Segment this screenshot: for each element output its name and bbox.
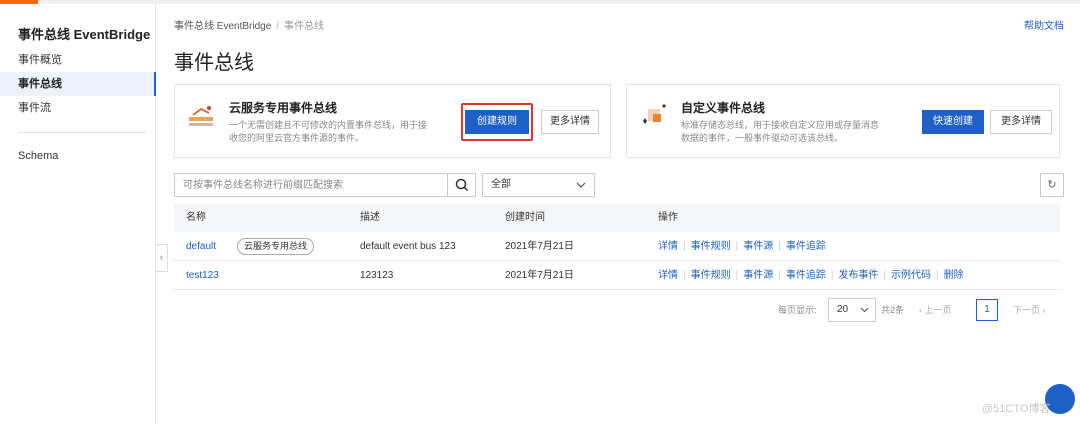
custom-bus-card: 自定义事件总线 标准存储态总线，用于接收自定义应用或存量消息数据的事件，一般事件… — [626, 84, 1060, 158]
total-count: 共2条 — [881, 305, 905, 315]
search-icon — [455, 178, 469, 192]
op-publish-event-link[interactable]: 发布事件 — [838, 270, 878, 281]
custom-bus-icon — [643, 104, 666, 124]
sidebar: 事件总线 EventBridge 事件概览 事件总线 事件流 Schema — [0, 4, 156, 424]
op-event-rules-link[interactable]: 事件规则 — [691, 270, 731, 281]
search-button[interactable] — [447, 174, 475, 196]
op-separator: | — [830, 270, 834, 281]
page-title: 事件总线 — [174, 52, 254, 74]
search-input[interactable] — [175, 174, 445, 196]
op-sample-code-link[interactable]: 示例代码 — [891, 270, 931, 281]
bus-description: 123123 — [360, 270, 394, 281]
cloud-bus-icon — [189, 106, 213, 126]
sidebar-title: 事件总线 EventBridge — [18, 27, 151, 42]
help-docs-link[interactable]: 帮助文档 — [1024, 17, 1064, 32]
bus-description: default event bus 123 — [360, 241, 456, 252]
prev-page-label: 上一页 — [924, 305, 952, 315]
page-number-current[interactable]: 1 — [976, 299, 998, 321]
op-separator: | — [735, 270, 739, 281]
bus-type-tag: 云服务专用总线 — [237, 238, 315, 255]
pagination: 每页显示: 20 共2条 ‹ 上一页 1 下一页 › — [156, 298, 1080, 322]
cloud-service-bus-card: 云服务专用事件总线 一个无需创建且不可修改的内置事件总线，用于接收您的阿里云官方… — [174, 84, 611, 158]
breadcrumb-item-current: 事件总线 — [284, 21, 325, 32]
row-operations: 详情 | 事件规则 | 事件源 | 事件追踪 — [658, 232, 826, 261]
per-page-select[interactable]: 20 — [828, 298, 876, 322]
column-header-created: 创建时间 — [505, 212, 545, 223]
per-page-value: 20 — [837, 304, 849, 315]
card-description: 标准存储态总线，用于接收自定义应用或存量消息数据的事件，一般事件驱动可选该总线。 — [681, 120, 880, 143]
bus-name-link[interactable]: test123 — [186, 261, 219, 290]
op-event-source-link[interactable]: 事件源 — [743, 270, 773, 281]
quick-create-button[interactable]: 快速创建 — [922, 110, 984, 134]
breadcrumb: 事件总线 EventBridge / 事件总线 — [174, 17, 324, 32]
bus-name-link[interactable]: default — [186, 232, 216, 261]
sidebar-item-event-bus[interactable]: 事件总线 — [0, 72, 156, 96]
op-event-source-link[interactable]: 事件源 — [743, 241, 773, 252]
op-separator: | — [883, 270, 887, 281]
bus-created-time: 2021年7月21日 — [505, 241, 574, 252]
op-separator: | — [683, 270, 686, 281]
more-details-button[interactable]: 更多详情 — [541, 110, 599, 134]
select-value: 全部 — [491, 179, 511, 190]
op-event-rules-link[interactable]: 事件规则 — [691, 241, 731, 252]
table-header — [174, 204, 1060, 232]
per-page-label: 每页显示: — [778, 305, 817, 315]
breadcrumb-separator: / — [276, 21, 280, 32]
next-page-button[interactable]: 下一页 › — [1013, 298, 1046, 322]
op-event-trace-link[interactable]: 事件追踪 — [786, 241, 826, 252]
bus-created-time: 2021年7月21日 — [505, 270, 574, 281]
refresh-button[interactable]: ↻ — [1040, 173, 1064, 197]
op-delete-link[interactable]: 删除 — [944, 270, 964, 281]
op-details-link[interactable]: 详情 — [658, 270, 678, 281]
op-separator: | — [683, 241, 686, 252]
op-separator: | — [936, 270, 939, 281]
search-box — [174, 173, 476, 197]
column-header-name: 名称 — [186, 212, 206, 223]
op-details-link[interactable]: 详情 — [658, 241, 678, 252]
highlight-box — [461, 103, 533, 141]
breadcrumb-item-eventbridge[interactable]: 事件总线 EventBridge — [174, 21, 271, 32]
op-separator: | — [778, 270, 781, 281]
op-event-trace-link[interactable]: 事件追踪 — [786, 270, 826, 281]
more-details-button[interactable]: 更多详情 — [990, 110, 1052, 134]
table-row: test123 123123 2021年7月21日 详情 | 事件规则 | 事件源 | 事件… — [174, 261, 1060, 290]
chevron-right-icon: › — [1040, 305, 1046, 315]
op-separator: | — [778, 241, 781, 252]
watermark: @51CTO博客 — [982, 403, 1051, 415]
sidebar-item-overview[interactable]: 事件概览 — [0, 48, 156, 72]
column-header-ops: 操作 — [658, 212, 678, 223]
main-content: 事件总线 EventBridge / 事件总线 帮助文档 事件总线 云服务专用事件总… — [156, 4, 1080, 424]
next-page-label: 下一页 — [1013, 305, 1041, 315]
sidebar-item-event-stream[interactable]: 事件流 — [0, 96, 156, 120]
sidebar-divider — [18, 132, 146, 133]
op-separator: | — [735, 241, 739, 252]
sidebar-item-schema[interactable]: Schema — [0, 144, 156, 168]
chevron-down-icon — [860, 299, 869, 330]
card-title: 云服务专用事件总线 — [229, 101, 338, 115]
card-title: 自定义事件总线 — [681, 101, 766, 115]
chevron-down-icon — [576, 174, 586, 205]
prev-page-button[interactable]: ‹ 上一页 — [919, 298, 952, 322]
refresh-icon: ↻ — [1047, 179, 1057, 191]
table-row: default 云服务专用总线 default event bus 123 20… — [174, 232, 1060, 261]
bus-type-select[interactable]: 全部 — [482, 173, 595, 197]
card-description: 一个无需创建且不可修改的内置事件总线，用于接收您的阿里云官方事件源的事件。 — [229, 120, 428, 143]
row-operations: 详情 | 事件规则 | 事件源 | 事件追踪 | 发布事件 | 示例代码 | 删除 — [658, 261, 964, 290]
column-header-desc: 描述 — [360, 212, 380, 223]
